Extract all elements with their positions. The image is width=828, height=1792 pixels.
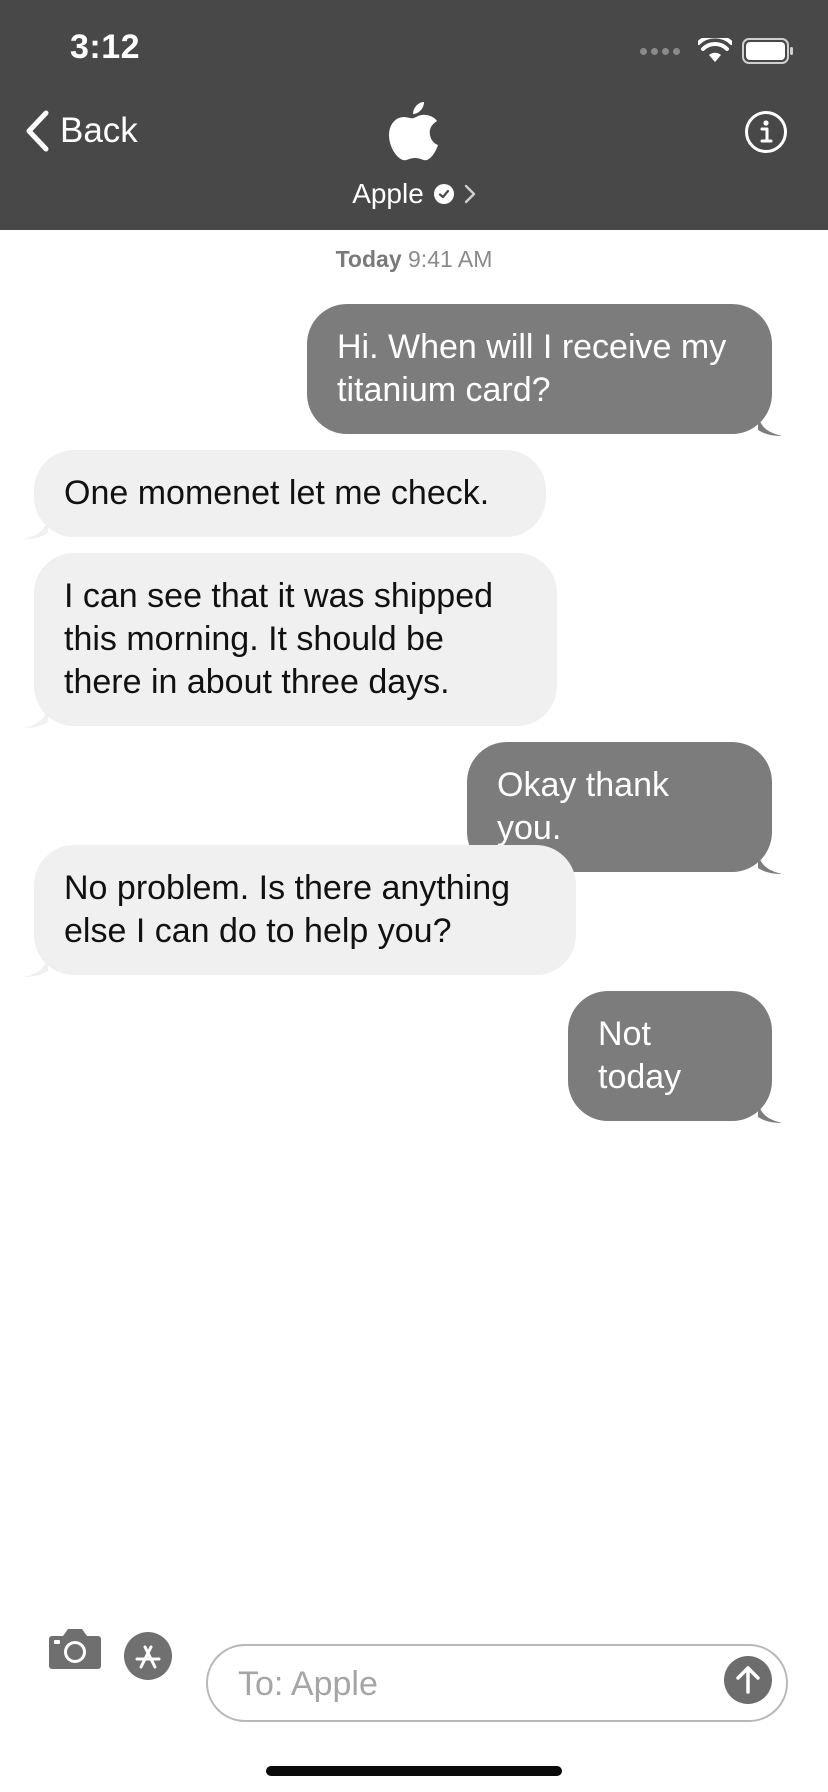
chevron-left-icon (26, 110, 49, 152)
message-text: Not today (598, 1015, 682, 1096)
message-text: Hi. When will I receive my titanium card… (337, 328, 727, 409)
sent-message-bubble[interactable]: Hi. When will I receive my titanium card… (307, 304, 782, 436)
timestamp-time: 9:41 AM (408, 246, 493, 272)
verified-badge-icon (433, 184, 454, 204)
send-button[interactable] (724, 1656, 772, 1704)
arrow-up-icon (736, 1666, 760, 1694)
navigation-header: 3:12 Back Apple (0, 0, 828, 230)
camera-icon[interactable] (48, 1626, 102, 1670)
app-store-icon[interactable] (124, 1632, 172, 1680)
message-composer (206, 1644, 788, 1722)
received-message-bubble[interactable]: One momenet let me check. (24, 450, 546, 539)
message-timestamp: Today 9:41 AM (0, 246, 828, 273)
chevron-right-icon (464, 184, 476, 204)
cellular-signal-icon (640, 47, 680, 55)
battery-icon (742, 38, 793, 64)
sent-message-bubble[interactable]: Not today (568, 991, 782, 1123)
contact-name-button[interactable]: Apple (0, 178, 828, 210)
status-time: 3:12 (70, 28, 141, 66)
received-message-bubble[interactable]: I can see that it was shipped this morni… (24, 553, 557, 728)
app-store-glyph (135, 1645, 161, 1669)
apple-logo (389, 102, 438, 161)
message-text: I can see that it was shipped this morni… (64, 577, 494, 701)
back-label: Back (60, 111, 138, 150)
message-text: No problem. Is there anything else I can… (64, 869, 511, 950)
message-text: Okay thank you. (497, 766, 669, 847)
message-input[interactable] (236, 1658, 710, 1710)
received-message-bubble[interactable]: No problem. Is there anything else I can… (24, 845, 576, 977)
timestamp-day: Today (335, 246, 402, 272)
home-indicator[interactable] (266, 1766, 562, 1776)
status-icons (640, 36, 794, 66)
message-text: One momenet let me check. (64, 474, 490, 512)
contact-name: Apple (352, 178, 424, 209)
wifi-icon (698, 38, 732, 62)
info-icon[interactable] (744, 110, 788, 154)
back-button[interactable]: Back (24, 106, 138, 156)
